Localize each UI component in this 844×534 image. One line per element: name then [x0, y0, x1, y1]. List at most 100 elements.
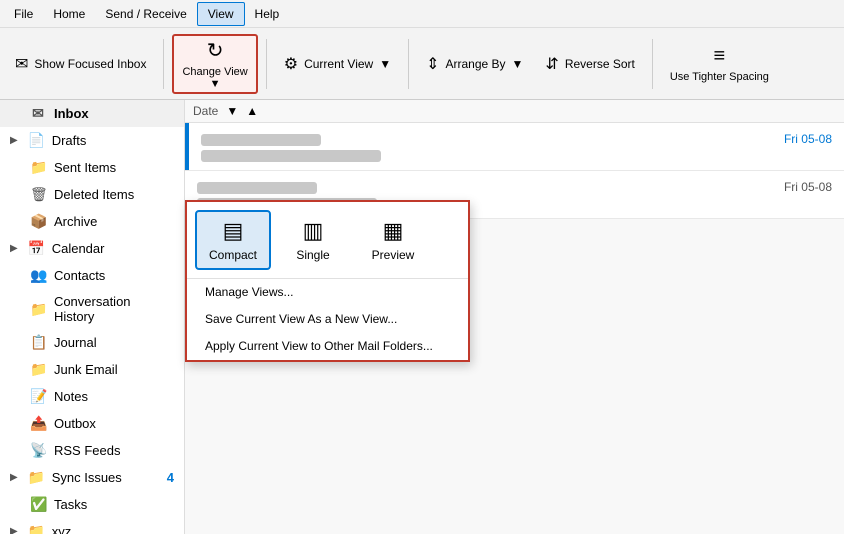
- show-focused-inbox-button[interactable]: ✉ Show Focused Inbox: [6, 49, 155, 79]
- view-label-compact: Compact: [209, 248, 257, 262]
- sidebar-item-xyz[interactable]: ▶📁xyz: [0, 518, 184, 534]
- sidebar-label-xyz: xyz: [52, 524, 72, 534]
- blurred-sender-1: [197, 182, 317, 194]
- sidebar: ✉ Inbox ▶ 📄 Drafts 📁Sent Items🗑Deleted Items📦…: [0, 100, 185, 534]
- dropdown-menu-item-0[interactable]: Manage Views...: [187, 279, 468, 306]
- sidebar-item-deleted-items[interactable]: 🗑Deleted Items: [0, 181, 184, 208]
- tighter-spacing-icon: ≡: [714, 45, 726, 68]
- reverse-sort-icon: ⇵: [545, 54, 558, 74]
- email-header-1: Fri 05-08: [197, 179, 832, 194]
- sidebar-icon-calendar: 📅: [28, 240, 44, 257]
- sidebar-item-tasks[interactable]: ✅Tasks: [0, 491, 184, 518]
- sidebar-item-calendar[interactable]: ▶📅Calendar: [0, 235, 184, 262]
- menu-view[interactable]: View: [197, 2, 245, 26]
- dropdown-menu-items: Manage Views...Save Current View As a Ne…: [187, 279, 468, 360]
- sort-bar: Date ▼ ▲: [185, 100, 844, 123]
- menu-file[interactable]: File: [4, 3, 43, 25]
- sidebar-count-sync-issues: 4: [167, 470, 174, 485]
- change-view-label: Change View: [182, 66, 247, 78]
- email-sender-0: [201, 131, 321, 146]
- ribbon: ✉ Show Focused Inbox ↻ Change View ▼ ⚙ C…: [0, 28, 844, 100]
- sidebar-item-inbox[interactable]: ✉ Inbox: [0, 100, 184, 127]
- current-view-icon: ⚙: [284, 54, 298, 74]
- change-view-arrow: ▼: [210, 78, 221, 90]
- expand-icon-calendar: ▶: [10, 243, 18, 254]
- arrange-by-label: Arrange By: [446, 57, 506, 71]
- sort-arrow-up[interactable]: ▲: [246, 104, 258, 118]
- ribbon-separator-3: [408, 39, 409, 89]
- menu-home[interactable]: Home: [43, 3, 95, 25]
- sidebar-label-junk-email: Junk Email: [54, 362, 118, 377]
- current-view-arrow: ▼: [379, 57, 391, 71]
- sidebar-item-notes[interactable]: 📝Notes: [0, 383, 184, 410]
- view-option-single[interactable]: ▥Single: [275, 210, 351, 270]
- sidebar-item-archive[interactable]: 📦Archive: [0, 208, 184, 235]
- sort-label: Date: [193, 104, 218, 118]
- menubar: File Home Send / Receive View Help: [0, 0, 844, 28]
- sidebar-item-sync-issues[interactable]: ▶ 📁 Sync Issues 4: [0, 464, 184, 491]
- sidebar-label-journal: Journal: [54, 335, 97, 350]
- email-item-0[interactable]: Fri 05-08: [185, 123, 844, 171]
- view-icon-compact: ▤: [223, 218, 244, 244]
- email-header-0: Fri 05-08: [201, 131, 832, 146]
- tighter-spacing-label: Use Tighter Spacing: [670, 71, 769, 83]
- show-focused-inbox-label: Show Focused Inbox: [34, 57, 146, 71]
- sidebar-label-rss-feeds: RSS Feeds: [54, 443, 120, 458]
- sidebar-item-outbox[interactable]: 📤Outbox: [0, 410, 184, 437]
- sidebar-label-conversation-history: Conversation History: [54, 294, 174, 324]
- focused-inbox-icon: ✉: [15, 54, 28, 74]
- reverse-sort-button[interactable]: ⇵ Reverse Sort: [536, 49, 643, 79]
- change-view-dropdown: ▤Compact▥Single▦Preview Manage Views...S…: [185, 200, 470, 362]
- tighter-spacing-button[interactable]: ≡ Use Tighter Spacing: [661, 34, 778, 94]
- dropdown-menu-item-2[interactable]: Apply Current View to Other Mail Folders…: [187, 333, 468, 360]
- view-option-compact[interactable]: ▤ Compact: [195, 210, 271, 270]
- sidebar-label-archive: Archive: [54, 214, 97, 229]
- sidebar-icon-sent-items: 📁: [30, 159, 46, 176]
- email-date-1: Fri 05-08: [784, 180, 832, 194]
- current-view-button[interactable]: ⚙ Current View ▼: [275, 49, 400, 79]
- ribbon-separator-1: [163, 39, 164, 89]
- sidebar-label-sync-issues: Sync Issues: [52, 470, 122, 485]
- arrange-by-arrow: ▼: [512, 57, 524, 71]
- sidebar-icon-sync-issues: 📁: [28, 469, 44, 486]
- menu-help[interactable]: Help: [245, 3, 290, 25]
- view-label-single: Single: [296, 248, 329, 262]
- change-view-icon: ↻: [207, 38, 224, 63]
- sidebar-item-sent-items[interactable]: 📁Sent Items: [0, 154, 184, 181]
- sidebar-icon-inbox: ✉: [30, 105, 46, 122]
- view-option-preview[interactable]: ▦Preview: [355, 210, 431, 270]
- sidebar-item-journal[interactable]: 📋 Journal: [0, 329, 184, 356]
- expand-icon-drafts: ▶: [10, 135, 18, 146]
- current-view-label: Current View: [304, 57, 373, 71]
- sidebar-icon-deleted-items: 🗑: [30, 186, 46, 203]
- menu-send-receive[interactable]: Send / Receive: [95, 3, 196, 25]
- sidebar-icon-journal: 📋: [30, 334, 46, 351]
- sidebar-item-drafts[interactable]: ▶ 📄 Drafts: [0, 127, 184, 154]
- sidebar-label-drafts: Drafts: [52, 133, 87, 148]
- ribbon-separator-4: [652, 39, 653, 89]
- reverse-sort-label: Reverse Sort: [565, 57, 635, 71]
- arrange-by-button[interactable]: ⇕ Arrange By ▼: [417, 49, 532, 79]
- arrange-by-icon: ⇕: [426, 54, 439, 74]
- unread-bar-0: [185, 123, 189, 170]
- sidebar-icon-rss-feeds: 📡: [30, 442, 46, 459]
- sidebar-item-conversation-history[interactable]: 📁 Conversation History: [0, 289, 184, 329]
- sidebar-icon-notes: 📝: [30, 388, 46, 405]
- blurred-subject-0: [201, 150, 381, 162]
- expand-icon-xyz: ▶: [10, 526, 18, 534]
- sidebar-item-junk-email[interactable]: 📁Junk Email: [0, 356, 184, 383]
- sidebar-label-outbox: Outbox: [54, 416, 96, 431]
- email-sender-1: [197, 179, 317, 194]
- sidebar-icon-conversation-history: 📁: [30, 301, 46, 318]
- sidebar-icon-tasks: ✅: [30, 496, 46, 513]
- expand-icon-sync-issues: ▶: [10, 472, 18, 483]
- view-label-preview: Preview: [372, 248, 415, 262]
- change-view-button[interactable]: ↻ Change View ▼: [172, 34, 257, 94]
- sidebar-label-inbox: Inbox: [54, 106, 89, 121]
- sidebar-item-rss-feeds[interactable]: 📡 RSS Feeds: [0, 437, 184, 464]
- sort-arrow-down[interactable]: ▼: [226, 104, 238, 118]
- dropdown-menu-item-1[interactable]: Save Current View As a New View...: [187, 306, 468, 333]
- sidebar-item-contacts[interactable]: 👥Contacts: [0, 262, 184, 289]
- ribbon-separator-2: [266, 39, 267, 89]
- sidebar-icon-drafts: 📄: [28, 132, 44, 149]
